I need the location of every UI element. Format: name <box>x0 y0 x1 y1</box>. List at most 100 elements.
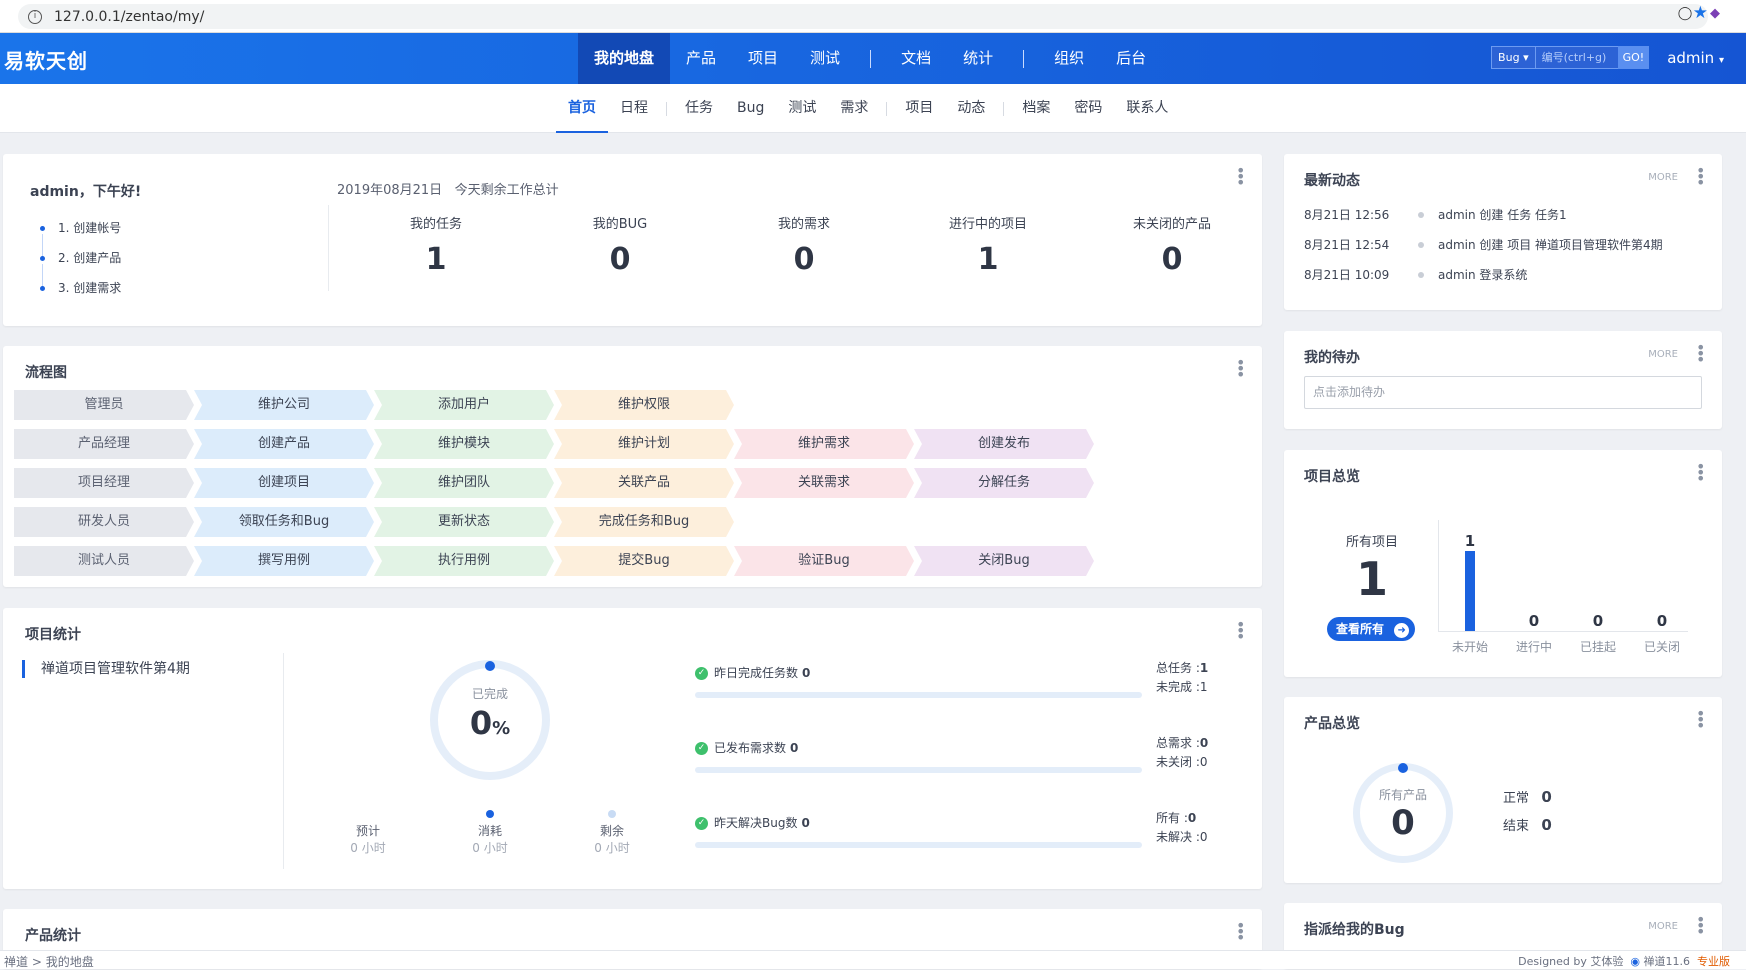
footer-credits: Designed by 艾体验 ◉ 禅道11.6 专业版 <box>1518 953 1730 969</box>
breadcrumb-item[interactable]: 禅道 <box>4 955 28 969</box>
stat-bar-stories: ✓ 已发布需求数 0 <box>695 739 1142 773</box>
subnav-profile[interactable]: 档案 <box>1010 84 1062 133</box>
more-options-icon[interactable]: • • • <box>1236 355 1245 383</box>
guide-step[interactable]: 2. 创建产品 <box>40 248 121 286</box>
nav-doc[interactable]: 文档 <box>885 33 947 84</box>
flow-step[interactable]: 创建发布 <box>914 429 1094 459</box>
info-icon[interactable]: i <box>28 9 42 24</box>
more-link[interactable]: MORE <box>1648 349 1678 360</box>
panel-title: 产品总览 <box>1304 716 1360 732</box>
more-options-icon[interactable]: • • • <box>1696 163 1705 191</box>
flow-step[interactable]: 维护权限 <box>554 390 734 420</box>
more-link[interactable]: MORE <box>1648 172 1678 183</box>
all-projects-value: 1 <box>1355 552 1388 606</box>
flow-step[interactable]: 撰写用例 <box>194 546 374 576</box>
stat-side-tasks: 总任务 :1 未完成 :1 <box>1156 659 1208 697</box>
nav-test[interactable]: 测试 <box>794 33 856 84</box>
more-options-icon[interactable]: • • • <box>1236 163 1245 191</box>
side-value: 0 <box>1199 830 1208 844</box>
subnav-password[interactable]: 密码 <box>1062 84 1114 133</box>
nav-company[interactable]: 组织 <box>1038 33 1100 84</box>
subnav-story[interactable]: 需求 <box>828 84 880 133</box>
nav-project[interactable]: 项目 <box>732 33 794 84</box>
flow-role: 管理员 <box>14 390 194 420</box>
stat-active-projects[interactable]: 进行中的项目 1 <box>896 213 1080 277</box>
designer-credit[interactable]: Designed by 艾体验 <box>1518 955 1623 968</box>
stat-my-tasks[interactable]: 我的任务 1 <box>344 213 528 277</box>
side-label: 未关闭 : <box>1156 755 1200 769</box>
extension-icon[interactable]: ◯ <box>1676 6 1694 24</box>
add-todo-input[interactable]: 点击添加待办 <box>1304 376 1702 409</box>
subnav-dynamic[interactable]: 动态 <box>945 84 997 133</box>
guide-step[interactable]: 1. 创建帐号 <box>40 218 121 256</box>
panel-title: 最新动态 <box>1304 173 1360 189</box>
subnav-bug[interactable]: Bug <box>725 84 776 133</box>
subnav-contacts[interactable]: 联系人 <box>1114 84 1180 133</box>
extension-icon-2[interactable]: ◆ <box>1706 6 1724 24</box>
address-bar[interactable]: i 127.0.0.1/zentao/my/ <box>18 4 1708 29</box>
more-link[interactable]: MORE <box>1648 921 1678 932</box>
more-options-icon[interactable]: • • • <box>1696 706 1705 734</box>
search-input[interactable]: 编号(ctrl+g) <box>1535 46 1618 69</box>
flow-step[interactable]: 关闭Bug <box>914 546 1094 576</box>
stat-my-stories[interactable]: 我的需求 0 <box>712 213 896 277</box>
activity-item[interactable]: 8月21日 10:09 admin 登录系统 <box>1304 266 1527 283</box>
more-options-icon[interactable]: • • • <box>1236 918 1245 946</box>
subnav-task[interactable]: 任务 <box>673 84 725 133</box>
guide-step[interactable]: 3. 创建需求 <box>40 278 121 308</box>
subnav-divider <box>886 101 888 116</box>
hours-value: 0 <box>594 841 602 855</box>
subnav-calendar[interactable]: 日程 <box>608 84 660 133</box>
nav-my[interactable]: 我的地盘 <box>578 33 671 84</box>
flow-step[interactable]: 提交Bug <box>554 546 734 576</box>
more-options-icon[interactable]: • • • <box>1696 459 1705 487</box>
nav-report[interactable]: 统计 <box>947 33 1009 84</box>
flow-step[interactable]: 维护计划 <box>554 429 734 459</box>
flow-step[interactable]: 维护公司 <box>194 390 374 420</box>
flow-step[interactable]: 关联需求 <box>734 468 914 498</box>
flow-step[interactable]: 验证Bug <box>734 546 914 576</box>
flow-step[interactable]: 更新状态 <box>374 507 554 537</box>
flow-step[interactable]: 关联产品 <box>554 468 734 498</box>
flow-step[interactable]: 维护团队 <box>374 468 554 498</box>
version-label[interactable]: 禅道11.6 <box>1644 955 1691 968</box>
more-options-icon[interactable]: • • • <box>1696 340 1705 368</box>
activity-item[interactable]: 8月21日 12:54 admin 创建 项目 禅道项目管理软件第4期 <box>1304 236 1663 253</box>
view-all-projects-button[interactable]: 查看所有 ➜ <box>1327 617 1415 641</box>
activity-time: 8月21日 12:56 <box>1304 208 1390 222</box>
flow-step[interactable]: 维护需求 <box>734 429 914 459</box>
more-options-icon[interactable]: • • • <box>1236 617 1245 645</box>
hours-value: 0 <box>472 841 480 855</box>
flow-step[interactable]: 创建项目 <box>194 468 374 498</box>
nav-product[interactable]: 产品 <box>670 33 732 84</box>
brand-logo[interactable]: 易软天创 <box>4 45 88 74</box>
all-products-value: 0 <box>1391 803 1415 843</box>
check-circle-icon: ✓ <box>695 666 708 680</box>
stat-my-bugs[interactable]: 我的BUG 0 <box>528 213 712 277</box>
subnav-project[interactable]: 项目 <box>893 84 945 133</box>
activity-item[interactable]: 8月21日 12:56 admin 创建 任务 任务1 <box>1304 206 1567 223</box>
divider <box>283 653 284 869</box>
flow-step[interactable]: 创建产品 <box>194 429 374 459</box>
search-type-select[interactable]: Bug ▾ <box>1491 46 1536 69</box>
flow-step[interactable]: 领取任务和Bug <box>194 507 374 537</box>
flow-step[interactable]: 维护模块 <box>374 429 554 459</box>
go-button[interactable]: GO! <box>1617 46 1650 69</box>
subnav-test[interactable]: 测试 <box>776 84 828 133</box>
more-options-icon[interactable]: • • • <box>1696 912 1705 940</box>
summary-header: 2019年08月21日 今天剩余工作总计 <box>337 179 559 198</box>
flow-step[interactable]: 分解任务 <box>914 468 1094 498</box>
flow-step[interactable]: 完成任务和Bug <box>554 507 734 537</box>
flow-role: 研发人员 <box>14 507 194 537</box>
nav-admin[interactable]: 后台 <box>1100 33 1162 84</box>
breadcrumb-item[interactable]: 我的地盘 <box>46 955 94 969</box>
project-list-item[interactable]: 禅道项目管理软件第4期 <box>22 660 190 678</box>
side-label: 未完成 : <box>1156 680 1200 694</box>
stat-open-products[interactable]: 未关闭的产品 0 <box>1080 213 1264 277</box>
user-menu[interactable]: admin ▾ <box>1667 49 1724 67</box>
sub-nav: 首页 日程 任务 Bug 测试 需求 项目 动态 档案 密码 联系人 <box>0 84 1746 133</box>
flow-step[interactable]: 执行用例 <box>374 546 554 576</box>
subnav-home[interactable]: 首页 <box>556 84 608 133</box>
flow-step[interactable]: 添加用户 <box>374 390 554 420</box>
hours-label: 消耗 <box>477 824 502 838</box>
